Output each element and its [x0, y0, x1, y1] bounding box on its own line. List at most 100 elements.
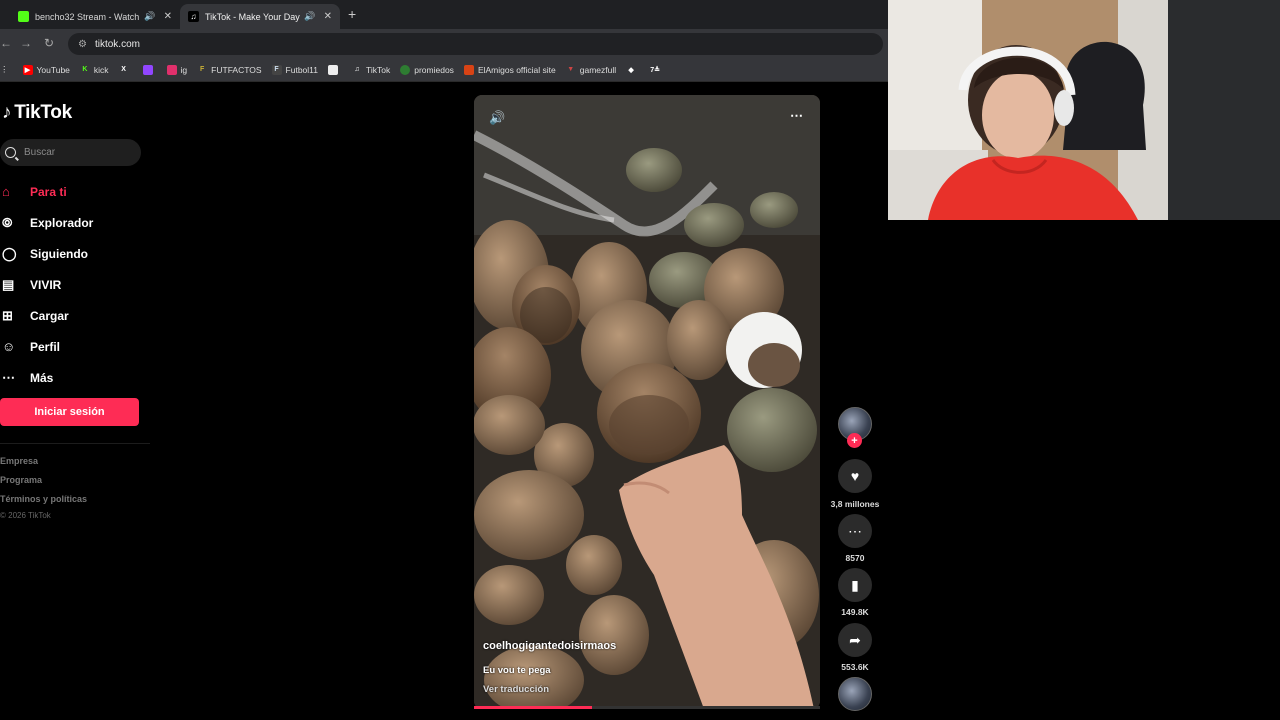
mail-icon: [328, 64, 338, 75]
bookmark-futbol11[interactable]: F Futbol11: [271, 64, 318, 75]
video-player[interactable]: [474, 95, 820, 709]
bookmark-label: kick: [93, 64, 109, 75]
browser-tabbar: bencho32 Stream - Watch L 🔊 ✕ ♫ TikTok -…: [0, 0, 888, 29]
bookmark-diamond[interactable]: ◆: [626, 65, 640, 75]
footer-link-terminos[interactable]: Términos y políticas: [0, 494, 87, 504]
music-disc-avatar[interactable]: [838, 677, 872, 711]
tiktok-logo[interactable]: ♪ TikTok: [2, 102, 72, 124]
webcam-overlay: [888, 0, 1280, 220]
bookmark-elamigos[interactable]: ElAmigos official site: [463, 64, 556, 75]
bookmark-label: YouTube: [36, 64, 70, 75]
reload-icon[interactable]: ↻: [44, 36, 54, 50]
sidebar-item-explorador[interactable]: ⦾ Explorador: [0, 207, 150, 238]
webcam-image: [888, 0, 1280, 220]
bookmark-mail[interactable]: [328, 64, 342, 75]
save-button[interactable]: ▮: [838, 568, 872, 602]
bookmark-label: ig: [180, 64, 188, 75]
search-placeholder: Buscar: [24, 147, 56, 158]
youtube-icon: ▶: [22, 64, 33, 75]
sidebar-item-cargar[interactable]: ⊞ Cargar: [0, 300, 150, 331]
new-tab-icon[interactable]: +: [348, 6, 356, 22]
promiedos-icon: [400, 64, 411, 75]
like-count: 3,8 millones: [830, 499, 880, 509]
bookmark-futfactos[interactable]: F FUTFACTOS: [197, 64, 262, 75]
sidebar-item-label: Perfil: [30, 339, 61, 354]
volume-icon[interactable]: 🔊: [489, 110, 505, 126]
back-icon[interactable]: ←: [0, 36, 12, 50]
bookmark-kick[interactable]: Kkick: [80, 64, 109, 75]
share-icon: ➦: [849, 631, 861, 648]
footer-link-programa[interactable]: Programa: [0, 475, 42, 485]
tiktok-icon: ♫: [188, 11, 199, 22]
search-input[interactable]: Buscar: [0, 139, 141, 166]
browser-tab-tiktok[interactable]: ♫ TikTok - Make Your Day 🔊 ✕: [180, 4, 340, 29]
sidebar-item-mas[interactable]: ⋯ Más: [0, 362, 150, 393]
save-count: 149.8K: [841, 607, 869, 617]
login-button[interactable]: Iniciar sesión: [0, 398, 139, 426]
apps-icon[interactable]: ⋮: [0, 64, 9, 75]
bookmarks-bar: ⋮ ▶ YouTube Kkick X ig F FUTFACTOS F Futbol…: [0, 58, 888, 82]
translate-link[interactable]: Ver traducción: [483, 684, 549, 695]
share-count: 553.6K: [841, 662, 869, 672]
futbol11-icon: F: [271, 64, 282, 75]
ai-icon: 7≜: [650, 66, 660, 74]
close-icon[interactable]: ✕: [324, 11, 332, 22]
sidebar-divider: [0, 443, 150, 444]
sidebar-item-vivir[interactable]: ▤ VIVIR: [0, 269, 150, 300]
kick-icon: [18, 11, 29, 22]
sidebar-item-label: VIVIR: [30, 277, 62, 292]
close-icon[interactable]: ✕: [164, 11, 172, 22]
sidebar-item-para-ti[interactable]: ⌂ Para ti: [0, 176, 150, 207]
bookmark-tiktok[interactable]: ♫ TikTok: [352, 65, 390, 75]
sidebar-nav: ⌂ Para ti ⦾ Explorador ◯ Siguiendo ▤ VIV…: [0, 176, 150, 393]
heart-icon: ♥: [850, 468, 860, 484]
sidebar-item-perfil[interactable]: ☺ Perfil: [0, 331, 150, 362]
follow-plus-icon[interactable]: +: [847, 433, 862, 448]
gamezfull-icon: ▼: [567, 66, 575, 73]
elamigos-icon: [463, 64, 474, 75]
bookmark-label: Futbol11: [285, 64, 318, 75]
video-username[interactable]: coelhogigantedoisirmaos: [483, 640, 616, 652]
video-caption: Eu vou te pega: [483, 665, 551, 676]
more-icon: ⋯: [2, 369, 15, 385]
sidebar-item-label: Cargar: [30, 308, 69, 323]
bookmark-label: FUTFACTOS: [211, 64, 262, 75]
bookmark-x[interactable]: X: [119, 65, 133, 75]
following-icon: ◯: [2, 245, 17, 261]
bookmark-ai[interactable]: 7≜: [650, 65, 664, 75]
bookmark-label: gamezfull: [579, 64, 617, 75]
forward-icon[interactable]: →: [20, 36, 32, 50]
sidebar-item-label: Siguiendo: [30, 246, 88, 261]
more-options-icon[interactable]: ⋯: [790, 108, 803, 124]
footer-link-empresa[interactable]: Empresa: [0, 456, 38, 466]
speaker-icon[interactable]: 🔊: [304, 11, 315, 22]
like-button[interactable]: ♥: [838, 459, 872, 493]
url-text: tiktok.com: [94, 38, 140, 50]
bookmark-label: TikTok: [366, 64, 391, 75]
home-icon: ⌂: [2, 184, 10, 199]
x-icon: X: [121, 66, 126, 73]
comment-button[interactable]: ⋯: [838, 514, 872, 548]
site-settings-icon[interactable]: ⚙: [78, 39, 87, 50]
browser-tab-kick[interactable]: bencho32 Stream - Watch L 🔊 ✕: [10, 4, 180, 29]
bookmark-promiedos[interactable]: promiedos: [400, 64, 454, 75]
kick-icon: K: [82, 66, 88, 73]
upload-icon: ⊞: [2, 307, 13, 323]
bookmark-youtube[interactable]: ▶ YouTube: [22, 64, 70, 75]
logo-text: TikTok: [14, 102, 72, 123]
twitch-icon: [142, 64, 153, 75]
bookmark-icon: ▮: [851, 576, 859, 593]
url-input[interactable]: ⚙ tiktok.com: [68, 33, 883, 55]
video-frame: [474, 95, 820, 709]
speaker-icon[interactable]: 🔊: [144, 11, 155, 22]
sidebar-item-label: Explorador: [30, 215, 94, 230]
tab-title: TikTok - Make Your Day: [205, 11, 300, 22]
share-button[interactable]: ➦: [838, 623, 872, 657]
address-bar-row: ← → ↻ ⚙ tiktok.com: [0, 29, 888, 58]
sidebar-item-siguiendo[interactable]: ◯ Siguiendo: [0, 238, 150, 269]
bookmark-ig[interactable]: ig: [166, 64, 188, 75]
bookmark-gamezfull[interactable]: ▼ gamezfull: [566, 65, 616, 75]
video-progress-bar[interactable]: [474, 706, 820, 709]
bookmark-twitch[interactable]: [142, 64, 157, 75]
video-progress-fill: [474, 706, 592, 709]
